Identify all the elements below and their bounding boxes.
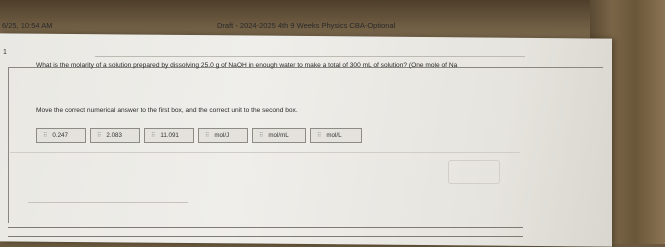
choice-mol-j[interactable]: ⠿ mol/J — [198, 128, 248, 143]
footer-rule — [8, 236, 523, 237]
footer-rule — [8, 227, 523, 228]
choice-label: 11.091 — [160, 132, 179, 139]
drag-handle-icon: ⠿ — [97, 133, 102, 139]
choice-label: 2.083 — [106, 132, 122, 139]
choice-mol-ml[interactable]: ⠿ mol/mL — [252, 128, 306, 143]
print-header: 6/25, 10:54 AM Draft - 2024-2025 4th 9 W… — [0, 21, 600, 35]
question-instruction: Move the correct numerical answer to the… — [36, 107, 298, 114]
answer-drop-zone[interactable] — [448, 160, 500, 184]
document-title: Draft - 2024-2025 4th 9 Weeks Physics CB… — [217, 21, 396, 30]
choice-label: mol/J — [214, 132, 230, 139]
choice-label: 0.247 — [52, 132, 68, 139]
choice-mol-l[interactable]: ⠿ mol/L — [310, 128, 362, 143]
question-box — [8, 67, 603, 223]
section-divider — [10, 152, 520, 153]
choice-2-083[interactable]: ⠿ 2.083 — [90, 128, 140, 143]
choice-0-247[interactable]: ⠿ 0.247 — [36, 128, 86, 143]
choice-label: mol/mL — [268, 132, 289, 139]
question-text: What is the molarity of a solution prepa… — [36, 62, 458, 69]
drag-handle-icon: ⠿ — [151, 133, 156, 139]
question-number: 1 — [3, 49, 7, 56]
choice-11-091[interactable]: ⠿ 11.091 — [144, 128, 194, 143]
header-divider — [95, 56, 525, 57]
drag-handle-icon: ⠿ — [259, 133, 264, 139]
choice-label: mol/L — [326, 132, 342, 139]
drag-handle-icon: ⠿ — [317, 133, 322, 139]
print-timestamp: 6/25, 10:54 AM — [2, 21, 53, 30]
answer-line — [28, 202, 188, 203]
drag-handle-icon: ⠿ — [43, 133, 48, 139]
drag-handle-icon: ⠿ — [205, 133, 210, 139]
